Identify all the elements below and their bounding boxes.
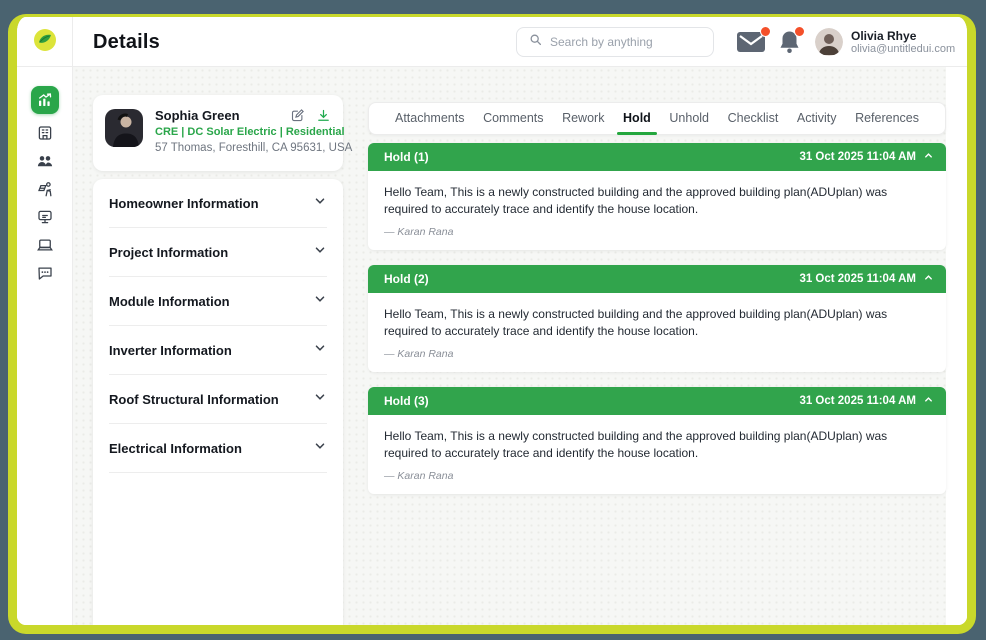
side-navigation [17, 67, 73, 625]
nav-chat-bubble-icon[interactable] [31, 259, 59, 287]
tab-hold[interactable]: Hold [623, 102, 651, 135]
accordion-section-inverter[interactable]: Inverter Information [109, 326, 327, 375]
active-tab-underline [617, 132, 657, 135]
hold-card-2-header[interactable]: Hold (2) 31 Oct 2025 11:04 AM [368, 265, 946, 293]
tabs-bar: Attachments Comments Rework Hold Unhold … [368, 102, 946, 135]
hold-timestamp: 31 Oct 2025 11:04 AM [799, 395, 916, 407]
top-header: Details Olivia Rhye o [17, 17, 967, 67]
chevron-down-icon [313, 390, 327, 409]
tab-attachments[interactable]: Attachments [395, 102, 464, 135]
mail-notification-badge [760, 26, 771, 37]
user-avatar [815, 28, 843, 56]
hold-author: — Karan Rana [384, 470, 930, 482]
chevron-up-icon [923, 150, 934, 164]
customer-address: 57 Thomas, Foresthill, CA 95631, USA [155, 142, 331, 154]
nav-installer-worker-icon[interactable] [31, 175, 59, 203]
hold-card-1-body: Hello Team, This is a newly constructed … [368, 171, 946, 250]
accordion-section-module[interactable]: Module Information [109, 277, 327, 326]
chevron-down-icon [313, 292, 327, 311]
hold-timestamp: 31 Oct 2025 11:04 AM [799, 273, 916, 285]
chevron-down-icon [313, 341, 327, 360]
hold-card-1-header[interactable]: Hold (1) 31 Oct 2025 11:04 AM [368, 143, 946, 171]
hold-card-3-body: Hello Team, This is a newly constructed … [368, 415, 946, 494]
hold-card-3-header[interactable]: Hold (3) 31 Oct 2025 11:04 AM [368, 387, 946, 415]
hold-card-3: Hold (3) 31 Oct 2025 11:04 AM Hello Team… [368, 387, 946, 494]
left-panel: Sophia Green CRE | DC Solar Electric | R… [93, 95, 343, 625]
main-content: Sophia Green CRE | DC Solar Electric | R… [73, 67, 967, 625]
hold-title: Hold (3) [384, 394, 429, 408]
nav-team-users-icon[interactable] [31, 147, 59, 175]
nav-kiosk-monitor-icon[interactable] [31, 203, 59, 231]
hold-title: Hold (1) [384, 150, 429, 164]
hold-author: — Karan Rana [384, 226, 930, 238]
mail-button[interactable] [736, 30, 766, 59]
nav-laptop-icon[interactable] [31, 231, 59, 259]
tab-references[interactable]: References [855, 102, 919, 135]
app-window: Details Olivia Rhye o [8, 14, 976, 634]
hold-message: Hello Team, This is a newly constructed … [384, 184, 930, 218]
chevron-up-icon [923, 272, 934, 286]
customer-avatar [105, 109, 143, 147]
chevron-down-icon [313, 243, 327, 262]
accordion-section-project[interactable]: Project Information [109, 228, 327, 277]
tab-comments[interactable]: Comments [483, 102, 543, 135]
info-accordion: Homeowner Information Project Informatio… [93, 179, 343, 625]
right-panel: Attachments Comments Rework Hold Unhold … [368, 102, 946, 509]
user-profile-chip[interactable]: Olivia Rhye olivia@untitledui.com [815, 28, 955, 56]
body: Sophia Green CRE | DC Solar Electric | R… [17, 67, 967, 625]
search-input[interactable] [550, 35, 705, 49]
user-name: Olivia Rhye [851, 29, 955, 43]
tab-unhold[interactable]: Unhold [669, 102, 709, 135]
chevron-down-icon [313, 439, 327, 458]
tab-checklist[interactable]: Checklist [728, 102, 779, 135]
accordion-section-homeowner[interactable]: Homeowner Information [109, 179, 327, 228]
user-email: olivia@untitledui.com [851, 43, 955, 56]
customer-card: Sophia Green CRE | DC Solar Electric | R… [93, 95, 343, 171]
logo-column [17, 17, 73, 67]
search-icon [529, 33, 542, 51]
hold-card-2-body: Hello Team, This is a newly constructed … [368, 293, 946, 372]
tab-activity[interactable]: Activity [797, 102, 837, 135]
edit-icon[interactable] [290, 108, 305, 128]
page-title: Details [93, 17, 160, 67]
global-search[interactable] [516, 27, 714, 57]
hold-timestamp: 31 Oct 2025 11:04 AM [799, 151, 916, 163]
app-frame: Details Olivia Rhye o [0, 0, 986, 640]
bell-notification-badge [794, 26, 805, 37]
hold-message: Hello Team, This is a newly constructed … [384, 428, 930, 462]
hold-message: Hello Team, This is a newly constructed … [384, 306, 930, 340]
nav-analytics-chart-icon[interactable] [31, 86, 59, 114]
chevron-down-icon [313, 194, 327, 213]
hold-card-1: Hold (1) 31 Oct 2025 11:04 AM Hello Team… [368, 143, 946, 250]
scrollbar-track [946, 67, 967, 625]
tab-rework[interactable]: Rework [562, 102, 604, 135]
hold-card-2: Hold (2) 31 Oct 2025 11:04 AM Hello Team… [368, 265, 946, 372]
accordion-section-electrical[interactable]: Electrical Information [109, 424, 327, 473]
download-icon[interactable] [316, 108, 331, 128]
chevron-up-icon [923, 394, 934, 408]
nav-company-building-icon[interactable] [31, 119, 59, 147]
app-logo-leaf-icon [33, 28, 57, 57]
notifications-button[interactable] [779, 30, 800, 59]
hold-author: — Karan Rana [384, 348, 930, 360]
accordion-section-roof-structural[interactable]: Roof Structural Information [109, 375, 327, 424]
hold-title: Hold (2) [384, 272, 429, 286]
